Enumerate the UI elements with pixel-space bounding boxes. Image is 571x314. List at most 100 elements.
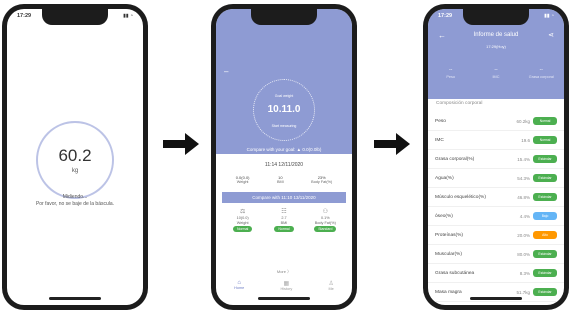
- table-row[interactable]: óseo(%) 4.4% Bajo: [428, 207, 564, 226]
- screenshot-stage: 17:29 ▮▮ ◔ 60.2 kg Midiendo... Por favor…: [0, 0, 571, 314]
- dial-goal-label: Goal weight: [274, 94, 294, 98]
- weight-icon: ⚖: [239, 209, 246, 215]
- table-row[interactable]: Músculo esquelético(%) 46.8% Estándar: [428, 188, 564, 207]
- status-time: 17:29: [17, 13, 32, 19]
- metrics-row: 0.0(0.0) Weight 10 BMI 23% Body Fat(%): [222, 171, 346, 188]
- phone-notch: [251, 9, 317, 25]
- table-row[interactable]: Agua(%) 54.3% Estándar: [428, 169, 564, 188]
- status-badge: Estándar: [533, 193, 557, 201]
- status-badge: Normal: [274, 226, 294, 232]
- row-label: Proteínas(%): [435, 232, 463, 238]
- dashboard-header: – Goal weight 10.11.0 Start measuring Co…: [216, 9, 352, 154]
- compare-label: BMI: [280, 221, 288, 225]
- tab-label: History: [280, 287, 293, 291]
- status-badge: Bajo: [533, 212, 557, 220]
- row-label: óseo(%): [435, 213, 453, 219]
- compare-value: 2.7: [281, 216, 287, 220]
- home-indicator: [49, 297, 101, 300]
- weight-dial: Goal weight 10.11.0 Start measuring: [253, 79, 315, 141]
- status-badge: Estándar: [533, 269, 557, 277]
- health-report-screen: 17:29 ▮▮ ◔ ← Informe de salud ⋖ 17:29(Ho…: [428, 9, 564, 305]
- compare-label: Body Fat(%): [314, 221, 336, 225]
- me-icon: ♙: [328, 281, 334, 287]
- arrow-right-icon: [163, 133, 199, 155]
- row-value: 80.0%: [517, 251, 530, 257]
- table-row[interactable]: Peso 60.2kg Normal: [428, 112, 564, 131]
- compare-bmi[interactable]: ☷ 2.7 BMI Normal: [264, 208, 305, 232]
- share-icon[interactable]: ⋖: [548, 31, 554, 39]
- report-list: Peso 60.2kg Normal IMC 19.6 Normal Grasa corpo…: [428, 112, 564, 305]
- row-value: 54.3%: [517, 175, 530, 181]
- tab-label: Home: [234, 286, 245, 290]
- status-badge: Estándar: [533, 155, 557, 163]
- signal-battery-icon: ▮▮ ◔: [123, 13, 133, 19]
- tab-bar: ⌂ Home ▦ History ♙ Me: [216, 280, 352, 291]
- row-label: Grasa corporal(%): [435, 156, 475, 162]
- status-time: 17:29: [438, 13, 453, 19]
- row-value: 46.8%: [517, 194, 530, 200]
- compare-header: Compare with 11:10 13/11/2020: [222, 192, 346, 203]
- compare-body-fat[interactable]: ⚇ 0.1% Body Fat(%) Standard: [305, 208, 346, 232]
- measurement-card: 11:14 12/11/2020 0.0(0.0) Weight 10 BMI …: [222, 159, 346, 232]
- body-fat-icon: ⚇: [322, 209, 328, 215]
- history-icon: ▦: [283, 281, 290, 287]
- summary-imc: -- IMC: [474, 67, 519, 79]
- row-label: Grasa subcutánea: [435, 270, 475, 276]
- more-link[interactable]: More 〉: [216, 269, 352, 275]
- compare-value: 0.1%: [320, 216, 330, 220]
- row-label: Peso: [435, 118, 446, 124]
- status-badge: Estándar: [533, 174, 557, 182]
- back-icon[interactable]: –: [224, 67, 228, 76]
- home-indicator: [470, 297, 522, 300]
- status-badge: Normal: [533, 136, 557, 144]
- signal-battery-icon: ▮▮ ◔: [544, 13, 554, 19]
- tab-me[interactable]: ♙ Me: [328, 280, 333, 291]
- phone-notch: [42, 9, 108, 25]
- row-value: 20.0%: [517, 232, 530, 238]
- row-value: 51.7kg: [516, 289, 530, 295]
- status-badge: Normal: [533, 117, 557, 125]
- table-row[interactable]: Edad del cuerpo27: [428, 302, 564, 305]
- table-row[interactable]: Grasa subcutánea 8.3% Estándar: [428, 264, 564, 283]
- compare-weight[interactable]: ⚖ 10(0.0) Weight Normal: [222, 208, 263, 232]
- table-row[interactable]: Proteínas(%) 20.0% Alto: [428, 226, 564, 245]
- weight-value: 60.2: [58, 146, 92, 165]
- dial-status: Start measuring: [271, 124, 297, 128]
- summary-row: -- Peso -- IMC -- Grasa corporal: [428, 67, 564, 79]
- summary-weight: -- Peso: [428, 67, 473, 79]
- row-value: 15.4%: [517, 156, 530, 162]
- status-badge: Normal: [233, 226, 253, 232]
- measuring-line-2: Por favor, no se baje de la báscula.: [35, 201, 115, 207]
- bmi-icon: ☷: [281, 209, 287, 215]
- status-badge: Standard: [314, 226, 337, 232]
- measuring-screen: 17:29 ▮▮ ◔ 60.2 kg Midiendo... Por favor…: [7, 9, 143, 305]
- table-row[interactable]: Grasa corporal(%) 15.4% Estándar: [428, 150, 564, 169]
- summary-label: Peso: [446, 75, 455, 79]
- home-indicator: [258, 297, 310, 300]
- row-label: IMC: [435, 137, 444, 143]
- row-value: 19.6: [521, 137, 530, 143]
- report-date: 17:29(Hoy): [486, 44, 506, 49]
- section-title: Composición corporal: [436, 101, 483, 106]
- table-row[interactable]: IMC 19.6 Normal: [428, 131, 564, 150]
- dashboard-screen: – Goal weight 10.11.0 Start measuring Co…: [216, 9, 352, 305]
- summary-value: --: [539, 67, 543, 73]
- tab-home[interactable]: ⌂ Home: [234, 280, 244, 291]
- table-row[interactable]: Muscular(%) 80.0% Estándar: [428, 245, 564, 264]
- phone-measuring: 17:29 ▮▮ ◔ 60.2 kg Midiendo... Por favor…: [2, 4, 148, 310]
- phone-health-report: 17:29 ▮▮ ◔ ← Informe de salud ⋖ 17:29(Ho…: [423, 4, 569, 310]
- phone-dashboard: – Goal weight 10.11.0 Start measuring Co…: [211, 4, 357, 310]
- summary-label: IMC: [492, 75, 500, 79]
- row-label: Masa magra: [435, 289, 462, 295]
- tab-history[interactable]: ▦ History: [280, 280, 292, 291]
- metric-label: Weight: [236, 180, 249, 184]
- compare-value: 10(0.0): [236, 216, 249, 220]
- row-value: 4.4%: [519, 213, 530, 219]
- weight-unit: kg: [71, 168, 79, 174]
- report-title: Informe de salud: [473, 32, 519, 38]
- weight-ring: 60.2 kg: [36, 121, 114, 199]
- summary-value: --: [494, 67, 498, 73]
- measurement-date: 11:14 12/11/2020: [264, 162, 304, 168]
- status-badge: Alto: [533, 231, 557, 239]
- tab-label: Me: [328, 287, 334, 291]
